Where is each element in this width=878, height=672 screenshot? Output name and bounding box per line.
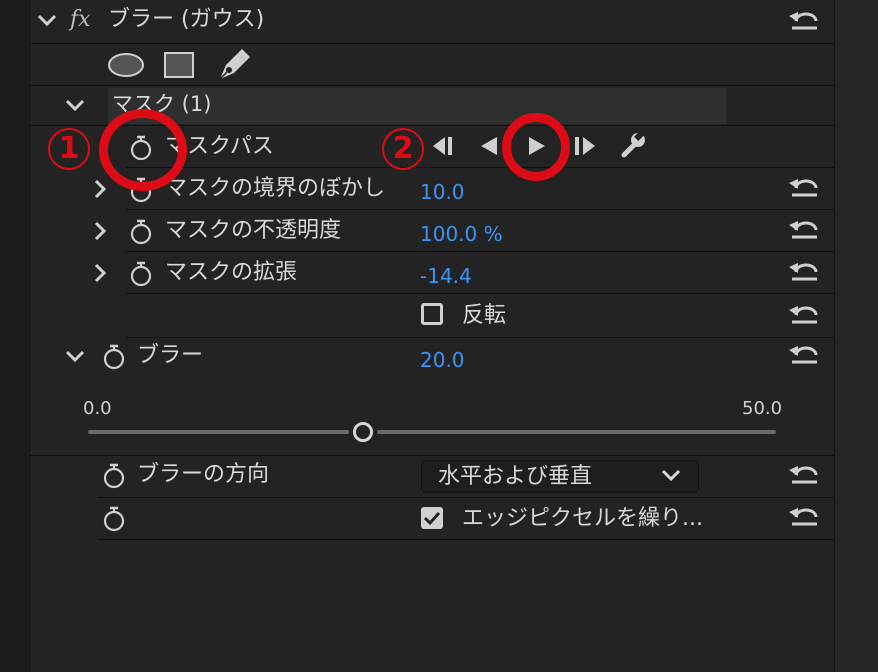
reset-icon[interactable]: [786, 342, 822, 368]
stopwatch-icon[interactable]: [101, 462, 127, 490]
reset-icon[interactable]: [786, 302, 822, 328]
left-gutter: [0, 0, 30, 672]
chevron-down-icon[interactable]: [64, 348, 86, 364]
mask-tools-row: [30, 44, 834, 86]
timeline-column: [834, 0, 878, 672]
slider-track-left: [88, 430, 349, 434]
invert-checkbox[interactable]: [421, 303, 443, 325]
checkmark-icon: [423, 511, 441, 526]
pen-mask-icon[interactable]: [216, 47, 252, 83]
blur-value[interactable]: 20.0: [420, 350, 465, 370]
reset-icon[interactable]: [786, 217, 822, 243]
slider-thumb[interactable]: [353, 422, 373, 442]
mask-feather-label: マスクの境界のぼかし: [165, 176, 386, 201]
chevron-down-icon[interactable]: [64, 97, 86, 113]
fx-toggle-icon[interactable]: fx: [70, 9, 91, 31]
annotation-number-2: 2: [382, 128, 424, 170]
reset-icon[interactable]: [786, 175, 822, 201]
chevron-right-icon[interactable]: [92, 220, 108, 242]
track-next-icon[interactable]: [572, 134, 598, 158]
stopwatch-icon[interactable]: [101, 343, 127, 371]
reset-icon[interactable]: [786, 462, 822, 488]
wrench-icon[interactable]: [619, 130, 649, 160]
repeat-edge-label: エッジピクセルを繰り...: [462, 506, 703, 531]
slider-max-label: 50.0: [742, 398, 783, 419]
mask-opacity-label: マスクの不透明度: [165, 218, 342, 243]
track-prev-icon[interactable]: [430, 134, 456, 158]
blur-direction-label: ブラーの方向: [137, 462, 270, 487]
rectangle-mask-icon[interactable]: [163, 51, 195, 79]
stopwatch-icon[interactable]: [101, 505, 127, 533]
chevron-down-icon[interactable]: [36, 12, 58, 28]
reset-icon[interactable]: [786, 259, 822, 285]
effect-controls-panel: fx ブラー (ガウス) マスク (1) マスクパス マスクの境界のぼかし 10…: [0, 0, 878, 672]
annotation-circle-stopwatch: [99, 109, 187, 191]
slider-min-label: 0.0: [83, 398, 112, 419]
chevron-right-icon[interactable]: [92, 178, 108, 200]
blur-direction-value: 水平および垂直: [438, 464, 593, 489]
ellipse-mask-icon[interactable]: [107, 52, 145, 78]
repeat-edge-checkbox[interactable]: [421, 507, 443, 529]
chevron-right-icon[interactable]: [92, 262, 108, 284]
mask-expansion-value[interactable]: -14.4: [420, 266, 472, 286]
stopwatch-icon[interactable]: [128, 260, 154, 288]
stopwatch-icon[interactable]: [128, 218, 154, 246]
invert-label: 反転: [462, 303, 507, 328]
slider-track-right: [377, 430, 776, 434]
effect-title: ブラー (ガウス): [108, 7, 265, 32]
blur-label: ブラー: [137, 343, 204, 368]
mask-expansion-label: マスクの拡張: [165, 260, 298, 285]
annotation-circle-forward: [502, 113, 570, 181]
annotation-number-1: 1: [48, 128, 90, 170]
blur-slider[interactable]: [88, 422, 776, 442]
mask-opacity-value[interactable]: 100.0 %: [420, 224, 503, 244]
chevron-down-icon: [661, 469, 681, 482]
track-backward-icon[interactable]: [478, 134, 500, 158]
reset-icon[interactable]: [786, 8, 822, 34]
mask-feather-value[interactable]: 10.0: [420, 182, 465, 202]
reset-icon[interactable]: [786, 504, 822, 530]
